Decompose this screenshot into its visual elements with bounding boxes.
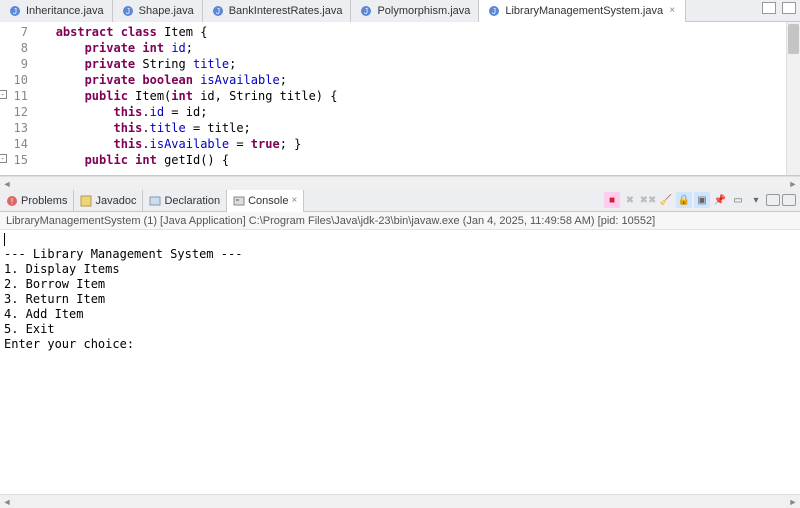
declaration-icon (149, 195, 161, 207)
tab-label: BankInterestRates.java (229, 5, 343, 17)
editor-horizontal-scrollbar[interactable]: ◄ ► (0, 176, 800, 190)
show-console-button[interactable]: ▣ (694, 192, 710, 208)
scroll-lock-button[interactable]: 🔒 (676, 192, 692, 208)
editor-tab-bar: J Inheritance.java J Shape.java J BankIn… (0, 0, 800, 22)
tab-label: Polymorphism.java (377, 5, 470, 17)
scroll-right-icon[interactable]: ► (788, 497, 798, 507)
java-file-icon: J (359, 4, 373, 18)
scrollbar-thumb[interactable] (788, 24, 799, 54)
terminate-button[interactable]: ■ (604, 192, 620, 208)
close-icon[interactable]: × (667, 6, 677, 16)
tab-shape[interactable]: J Shape.java (113, 0, 203, 22)
line-number-gutter: 7 8 9 10 -11 12 13 14 -15 (0, 22, 34, 175)
problems-icon: ! (6, 195, 18, 207)
tab-inheritance[interactable]: J Inheritance.java (0, 0, 113, 22)
tab-librarymanagementsystem[interactable]: J LibraryManagementSystem.java × (479, 0, 686, 22)
maximize-button[interactable] (782, 2, 796, 14)
console-icon (233, 195, 245, 207)
minimize-view-button[interactable] (766, 194, 780, 206)
console-launch-info: LibraryManagementSystem (1) [Java Applic… (0, 212, 800, 230)
text-cursor (4, 233, 5, 246)
java-file-icon: J (487, 4, 501, 18)
java-file-icon: J (211, 4, 225, 18)
scroll-left-icon[interactable]: ◄ (2, 179, 12, 189)
svg-text:J: J (13, 7, 17, 16)
close-icon[interactable]: × (291, 195, 297, 206)
view-tab-declaration[interactable]: Declaration (143, 190, 227, 212)
open-console-button[interactable]: ▾ (748, 192, 764, 208)
editor-vertical-scrollbar[interactable] (786, 22, 800, 175)
remove-launch-button[interactable]: ✖ (622, 192, 638, 208)
fold-icon[interactable]: - (0, 154, 7, 163)
fold-icon[interactable]: - (0, 90, 7, 99)
view-tab-console[interactable]: Console × (227, 190, 304, 212)
tab-label: LibraryManagementSystem.java (505, 5, 663, 17)
scroll-left-icon[interactable]: ◄ (2, 497, 12, 507)
javadoc-icon (80, 195, 92, 207)
tab-bankinterestrates[interactable]: J BankInterestRates.java (203, 0, 352, 22)
view-tab-label: Problems (21, 195, 67, 207)
clear-console-button[interactable]: 🧹 (658, 192, 674, 208)
console-toolbar: ■ ✖ ✖✖ 🧹 🔒 ▣ 📌 ▭ ▾ (604, 192, 796, 208)
view-tab-javadoc[interactable]: Javadoc (74, 190, 143, 212)
java-file-icon: J (8, 4, 22, 18)
tab-label: Inheritance.java (26, 5, 104, 17)
tab-polymorphism[interactable]: J Polymorphism.java (351, 0, 479, 22)
tab-label: Shape.java (139, 5, 194, 17)
svg-text:J: J (216, 7, 220, 16)
console-horizontal-scrollbar[interactable]: ◄ ► (0, 494, 800, 508)
view-tab-problems[interactable]: ! Problems (0, 190, 74, 212)
maximize-view-button[interactable] (782, 194, 796, 206)
minimize-button[interactable] (762, 2, 776, 14)
console-output[interactable]: --- Library Management System --- 1. Dis… (0, 230, 800, 494)
display-selected-button[interactable]: ▭ (730, 192, 746, 208)
code-content[interactable]: abstract class Item { private int id; pr… (34, 22, 786, 175)
remove-all-button[interactable]: ✖✖ (640, 192, 656, 208)
view-tab-label: Console (248, 195, 288, 207)
code-editor[interactable]: 7 8 9 10 -11 12 13 14 -15 abstract class… (0, 22, 800, 176)
svg-text:!: ! (11, 197, 13, 206)
view-tab-label: Javadoc (95, 195, 136, 207)
views-tab-bar: ! Problems Javadoc Declaration Console ×… (0, 190, 800, 212)
java-file-icon: J (121, 4, 135, 18)
svg-text:J: J (126, 7, 130, 16)
svg-text:J: J (492, 7, 496, 16)
svg-text:J: J (364, 7, 368, 16)
view-tab-label: Declaration (164, 195, 220, 207)
window-controls (762, 2, 796, 14)
pin-console-button[interactable]: 📌 (712, 192, 728, 208)
scroll-right-icon[interactable]: ► (788, 179, 798, 189)
